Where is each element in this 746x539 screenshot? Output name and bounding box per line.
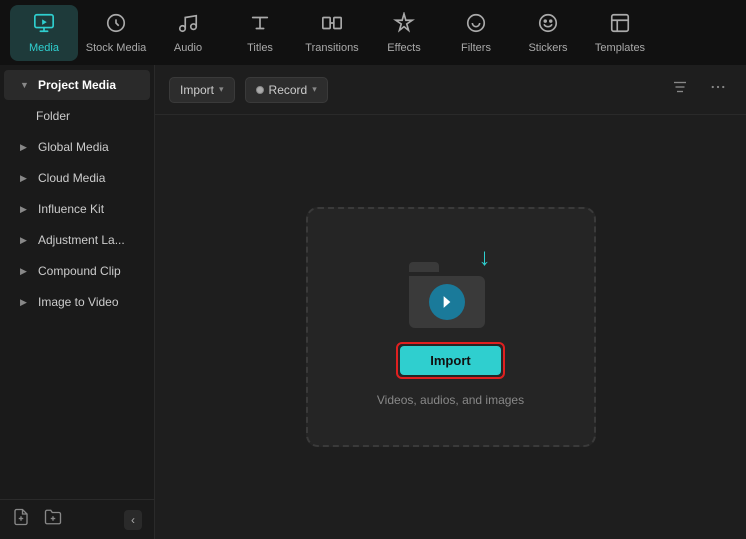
- chevron-right-icon: ▶: [20, 204, 30, 215]
- sidebar: ▼ Project Media Folder ▶ Global Media ▶ …: [0, 65, 155, 539]
- chevron-right-icon: ▶: [20, 142, 30, 153]
- nav-item-effects[interactable]: Effects: [370, 5, 438, 61]
- record-button[interactable]: Record ▾: [245, 77, 328, 103]
- chevron-right-icon: ▶: [20, 297, 30, 308]
- stock-media-icon: [105, 12, 127, 38]
- filters-icon: [465, 12, 487, 38]
- import-area: ↓ Import: [155, 115, 746, 539]
- sidebar-item-influence-kit[interactable]: ▶ Influence Kit: [4, 194, 150, 224]
- sidebar-item-folder[interactable]: Folder: [4, 101, 150, 131]
- record-dot-icon: [256, 86, 264, 94]
- sidebar-item-adjustment-layer[interactable]: ▶ Adjustment La...: [4, 225, 150, 255]
- sidebar-footer: ‹: [0, 499, 154, 539]
- import-dropzone[interactable]: ↓ Import: [306, 207, 596, 447]
- nav-item-titles[interactable]: Titles: [226, 5, 294, 61]
- sidebar-image-to-video-label: Image to Video: [38, 295, 119, 309]
- import-button-wrapper: Import: [396, 342, 504, 379]
- nav-item-stock-media[interactable]: Stock Media: [82, 5, 150, 61]
- chevron-down-icon: ▼: [20, 80, 30, 90]
- sidebar-influence-kit-label: Influence Kit: [38, 202, 104, 216]
- folder-tab: [409, 262, 439, 272]
- nav-filters-label: Filters: [461, 42, 491, 54]
- nav-item-media[interactable]: Media: [10, 5, 78, 61]
- nav-transitions-label: Transitions: [305, 42, 358, 54]
- sidebar-item-project-media[interactable]: ▼ Project Media: [4, 70, 150, 100]
- nav-templates-label: Templates: [595, 42, 645, 54]
- new-folder-icon[interactable]: [44, 508, 62, 531]
- chevron-right-icon: ▶: [20, 173, 30, 184]
- templates-icon: [609, 12, 631, 38]
- titles-icon: [249, 12, 271, 38]
- sidebar-global-media-label: Global Media: [38, 140, 109, 154]
- stickers-icon: [537, 12, 559, 38]
- record-label: Record: [269, 83, 308, 97]
- import-action-button[interactable]: Import: [400, 346, 500, 375]
- nav-media-label: Media: [29, 42, 59, 54]
- nav-item-filters[interactable]: Filters: [442, 5, 510, 61]
- audio-icon: [177, 12, 199, 38]
- import-subtext: Videos, audios, and images: [377, 393, 524, 407]
- nav-audio-label: Audio: [174, 42, 202, 54]
- more-options-button[interactable]: [704, 75, 732, 104]
- sidebar-item-compound-clip[interactable]: ▶ Compound Clip: [4, 256, 150, 286]
- chevron-right-icon: ▶: [20, 266, 30, 277]
- nav-effects-label: Effects: [387, 42, 420, 54]
- transitions-icon: [321, 12, 343, 38]
- media-icon: [33, 12, 55, 38]
- sidebar-item-image-to-video[interactable]: ▶ Image to Video: [4, 287, 150, 317]
- sidebar-cloud-media-label: Cloud Media: [38, 171, 105, 185]
- sidebar-items: ▼ Project Media Folder ▶ Global Media ▶ …: [0, 65, 154, 499]
- sidebar-project-media-label: Project Media: [38, 78, 116, 92]
- sidebar-collapse-button[interactable]: ‹: [124, 510, 142, 530]
- content-toolbar: Import ▾ Record ▾: [155, 65, 746, 115]
- import-label: Import: [180, 83, 214, 97]
- sidebar-item-cloud-media[interactable]: ▶ Cloud Media: [4, 163, 150, 193]
- nav-item-transitions[interactable]: Transitions: [298, 5, 366, 61]
- import-button[interactable]: Import ▾: [169, 77, 235, 103]
- nav-item-stickers[interactable]: Stickers: [514, 5, 582, 61]
- top-navigation: Media Stock Media Audio Titles: [0, 0, 746, 65]
- folder-body: [409, 276, 485, 328]
- nav-stickers-label: Stickers: [528, 42, 567, 54]
- new-file-icon[interactable]: [12, 508, 30, 531]
- filter-sort-button[interactable]: [666, 75, 694, 104]
- nav-item-templates[interactable]: Templates: [586, 5, 654, 61]
- filmora-logo-icon: [429, 284, 465, 320]
- import-icon-group: ↓: [409, 248, 493, 328]
- down-arrow-icon: ↓: [479, 246, 491, 270]
- import-caret-icon: ▾: [219, 84, 224, 95]
- nav-titles-label: Titles: [247, 42, 273, 54]
- sidebar-item-global-media[interactable]: ▶ Global Media: [4, 132, 150, 162]
- nav-item-audio[interactable]: Audio: [154, 5, 222, 61]
- sidebar-compound-clip-label: Compound Clip: [38, 264, 121, 278]
- chevron-right-icon: ▶: [20, 235, 30, 246]
- record-caret-icon: ▾: [312, 84, 317, 95]
- content-area: Import ▾ Record ▾: [155, 65, 746, 539]
- sidebar-adjustment-label: Adjustment La...: [38, 233, 125, 247]
- nav-stock-label: Stock Media: [86, 42, 147, 54]
- main-layout: ▼ Project Media Folder ▶ Global Media ▶ …: [0, 65, 746, 539]
- effects-icon: [393, 12, 415, 38]
- sidebar-folder-label: Folder: [36, 109, 70, 123]
